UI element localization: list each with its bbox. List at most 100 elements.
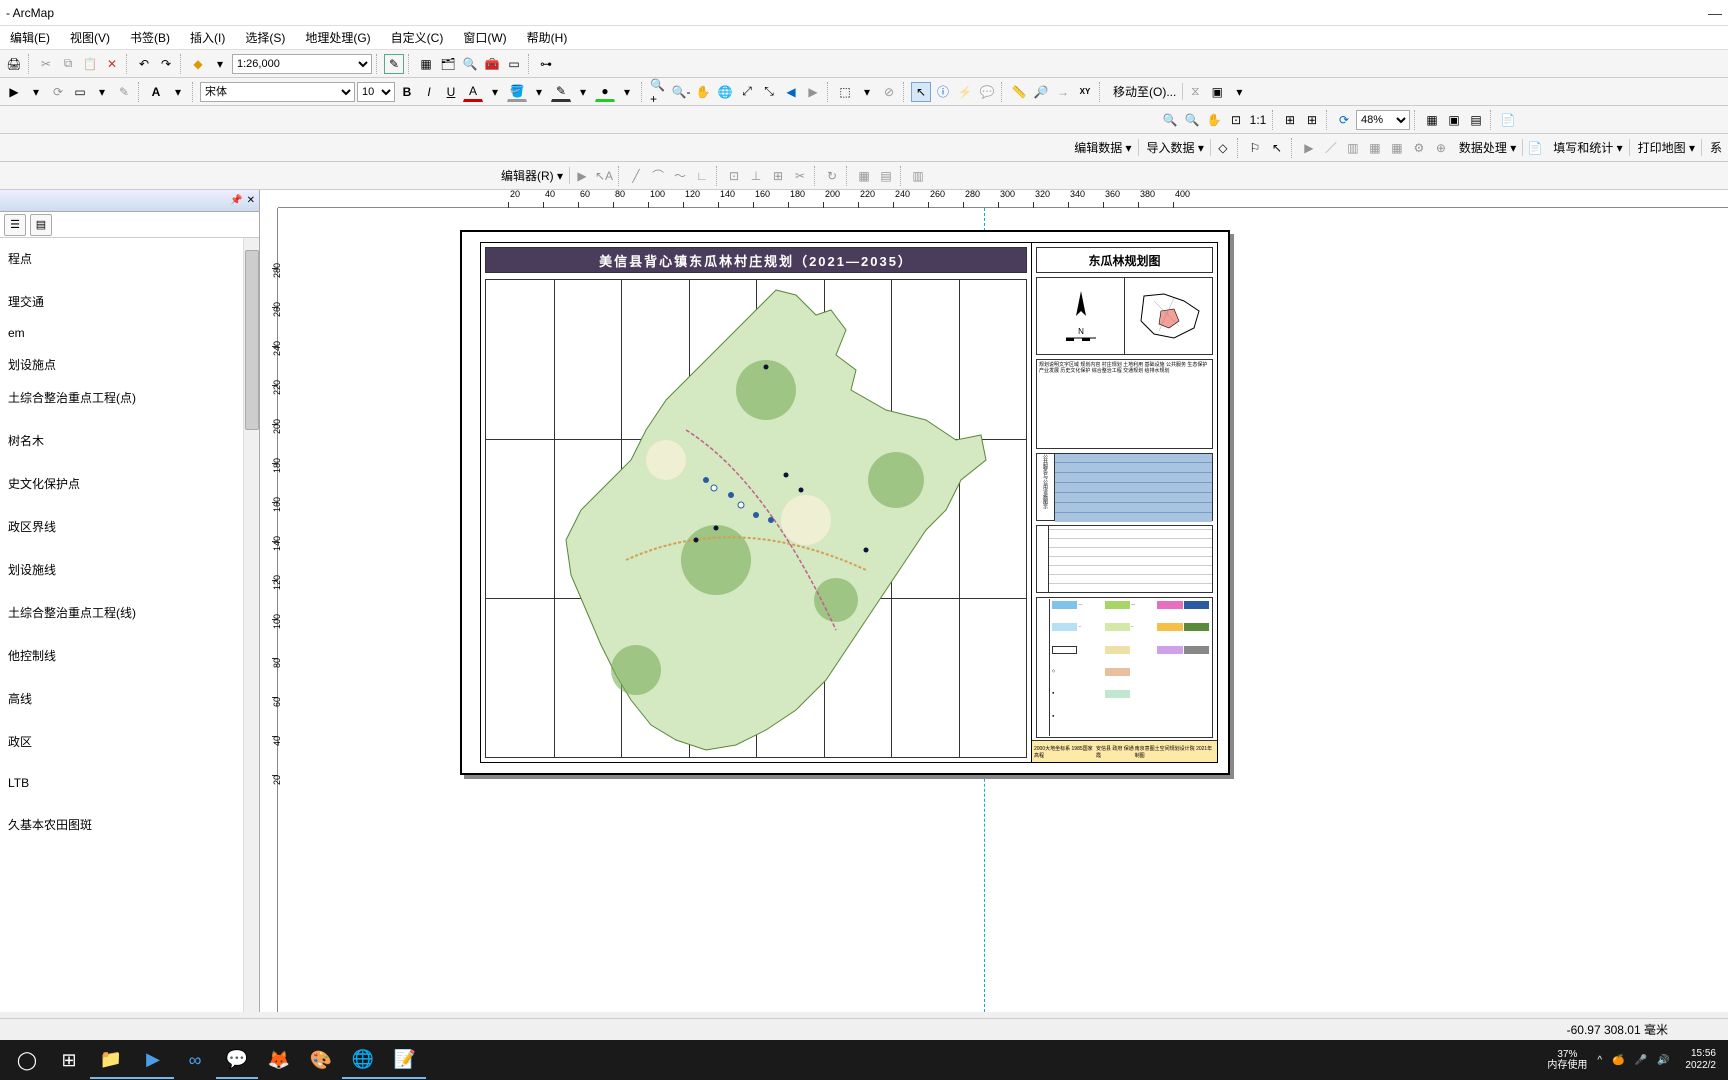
- find-icon[interactable]: 🔎: [1031, 82, 1051, 102]
- zoom-percent-select[interactable]: 48%: [1356, 110, 1410, 130]
- edit-tool-icon[interactable]: ▶: [572, 166, 592, 186]
- cut-polygons-icon[interactable]: ✂: [790, 166, 810, 186]
- dropdown-icon[interactable]: ▾: [573, 82, 593, 102]
- toc-layer[interactable]: 划设施点: [2, 348, 257, 381]
- start-button[interactable]: ◯: [6, 1041, 48, 1079]
- paste-icon[interactable]: 📋: [80, 54, 100, 74]
- data-processing-menu[interactable]: 数据处理 ▾: [1453, 139, 1523, 156]
- full-extent-icon[interactable]: 🌐: [715, 82, 735, 102]
- delete-icon[interactable]: ✕: [102, 54, 122, 74]
- fixed-zoom-out-icon[interactable]: ⤡: [759, 82, 779, 102]
- toc-layer[interactable]: 土综合整治重点工程(点): [2, 381, 257, 414]
- dropdown-icon[interactable]: ▾: [92, 82, 112, 102]
- redo-icon[interactable]: ↷: [156, 54, 176, 74]
- menu-bookmarks[interactable]: 书签(B): [124, 27, 176, 48]
- toc-layer[interactable]: 土综合整治重点工程(线): [2, 596, 257, 629]
- go-back-extent-icon[interactable]: ⊞: [1280, 110, 1300, 130]
- measure-icon[interactable]: 📏: [1009, 82, 1029, 102]
- select-elements-icon[interactable]: ▶: [4, 82, 24, 102]
- reshape-icon[interactable]: ⊞: [768, 166, 788, 186]
- settings-icon[interactable]: ⚙: [1409, 138, 1429, 158]
- focus-data-frame-icon[interactable]: ▣: [1444, 110, 1464, 130]
- pan-layout-icon[interactable]: ✋: [1204, 110, 1224, 130]
- add-data-icon[interactable]: ◆: [188, 54, 208, 74]
- attributes-icon[interactable]: ▦: [854, 166, 874, 186]
- import-data-menu[interactable]: 导入数据 ▾: [1141, 139, 1211, 156]
- toc-layer-list[interactable]: 程点 理交通 em 划设施点 土综合整治重点工程(点) 树名木 史文化保护点 政…: [0, 238, 259, 1012]
- file-explorer-icon[interactable]: 📁: [90, 1041, 132, 1079]
- toc-layer[interactable]: em: [2, 318, 257, 348]
- menu-edit[interactable]: 编辑(E): [4, 27, 56, 48]
- font-color-icon[interactable]: A: [463, 82, 483, 102]
- find-route-icon[interactable]: →: [1053, 82, 1073, 102]
- font-select[interactable]: 宋体: [200, 82, 355, 102]
- list-by-source-icon[interactable]: ▤: [30, 214, 52, 236]
- fixed-zoom-in-icon[interactable]: ⤢: [737, 82, 757, 102]
- dropdown-icon[interactable]: ▾: [168, 82, 188, 102]
- fill-stats-menu[interactable]: 填写和统计 ▾: [1547, 139, 1629, 156]
- toc-layer[interactable]: 史文化保护点: [2, 467, 257, 500]
- back-icon[interactable]: ◀: [781, 82, 801, 102]
- catalog-icon[interactable]: 🗂: [438, 54, 458, 74]
- flag-icon[interactable]: ⚐: [1245, 138, 1265, 158]
- toggle-draft-icon[interactable]: ▦: [1422, 110, 1442, 130]
- zoom-out-icon[interactable]: 🔍-: [671, 82, 691, 102]
- font-size-select[interactable]: 10: [357, 82, 395, 102]
- dropdown-icon[interactable]: ▾: [529, 82, 549, 102]
- html-popup-icon[interactable]: 💬: [977, 82, 997, 102]
- menu-help[interactable]: 帮助(H): [521, 27, 574, 48]
- print-icon[interactable]: 🖨: [4, 54, 24, 74]
- fill-color-icon[interactable]: 🪣: [507, 82, 527, 102]
- pin-icon[interactable]: 📌: [230, 195, 242, 206]
- grid2-icon[interactable]: ▦: [1387, 138, 1407, 158]
- menu-select[interactable]: 选择(S): [239, 27, 291, 48]
- paint-icon[interactable]: 🎨: [300, 1041, 342, 1079]
- toc-layer[interactable]: 划设施线: [2, 553, 257, 586]
- edit-vertices-icon[interactable]: ⊥: [746, 166, 766, 186]
- forward-icon[interactable]: ▶: [803, 82, 823, 102]
- menu-view[interactable]: 视图(V): [64, 27, 116, 48]
- toc-layer[interactable]: 政区: [2, 725, 257, 758]
- toc-icon[interactable]: ▦: [416, 54, 436, 74]
- toc-scrollbar[interactable]: [243, 238, 259, 1012]
- close-toc-icon[interactable]: ✕: [247, 195, 255, 206]
- notepad-icon[interactable]: 📝: [384, 1041, 426, 1079]
- select-features-icon[interactable]: ⬚: [835, 82, 855, 102]
- firefox-icon[interactable]: 🦊: [258, 1041, 300, 1079]
- trace-icon[interactable]: ～: [670, 166, 690, 186]
- text-icon[interactable]: A: [146, 82, 166, 102]
- zoom-out-layout-icon[interactable]: 🔍: [1182, 110, 1202, 130]
- vscode-icon[interactable]: ∞: [174, 1041, 216, 1079]
- misc-icon[interactable]: ⊕: [1431, 138, 1451, 158]
- dropdown-icon[interactable]: ▾: [485, 82, 505, 102]
- task-view-icon[interactable]: ⊞: [48, 1041, 90, 1079]
- rotate-tool-icon[interactable]: ↻: [822, 166, 842, 186]
- toc-layer[interactable]: 树名木: [2, 424, 257, 457]
- menu-window[interactable]: 窗口(W): [457, 27, 512, 48]
- change-layout-icon[interactable]: ▤: [1466, 110, 1486, 130]
- identify-icon[interactable]: ⓘ: [933, 82, 953, 102]
- data-driven-pages-icon[interactable]: 📄: [1498, 110, 1518, 130]
- edit-vertices-icon[interactable]: ✎: [114, 82, 134, 102]
- minimize-button[interactable]: —: [1708, 5, 1722, 21]
- toc-layer[interactable]: 高线: [2, 682, 257, 715]
- python-icon[interactable]: ▭: [504, 54, 524, 74]
- toolbox-icon[interactable]: 🧰: [482, 54, 502, 74]
- hyperlink-icon[interactable]: ⚡: [955, 82, 975, 102]
- layout-page[interactable]: 美信县背心镇东瓜林村庄规划（2021—2035）: [460, 230, 1230, 775]
- model-builder-icon[interactable]: ⊶: [536, 54, 556, 74]
- select-icon[interactable]: ↖: [911, 82, 931, 102]
- edit-data-menu[interactable]: 编辑数据 ▾: [1068, 139, 1138, 156]
- clear-selection-icon[interactable]: ⊘: [879, 82, 899, 102]
- dropdown-icon[interactable]: ▾: [1229, 82, 1249, 102]
- create-features-icon[interactable]: ▥: [908, 166, 928, 186]
- marker-color-icon[interactable]: ●: [595, 82, 615, 102]
- doc-icon[interactable]: 📄: [1525, 138, 1545, 158]
- create-viewer-icon[interactable]: ▣: [1207, 82, 1227, 102]
- video-app-icon[interactable]: ▶: [132, 1041, 174, 1079]
- line-tool-icon[interactable]: ／: [1321, 138, 1341, 158]
- point-icon[interactable]: ⊡: [724, 166, 744, 186]
- print-map-menu[interactable]: 打印地图 ▾: [1632, 139, 1702, 156]
- arcmap-icon[interactable]: 🌐: [342, 1041, 384, 1079]
- layout-view[interactable]: 2040608010012014016018020022024026028030…: [260, 190, 1728, 1012]
